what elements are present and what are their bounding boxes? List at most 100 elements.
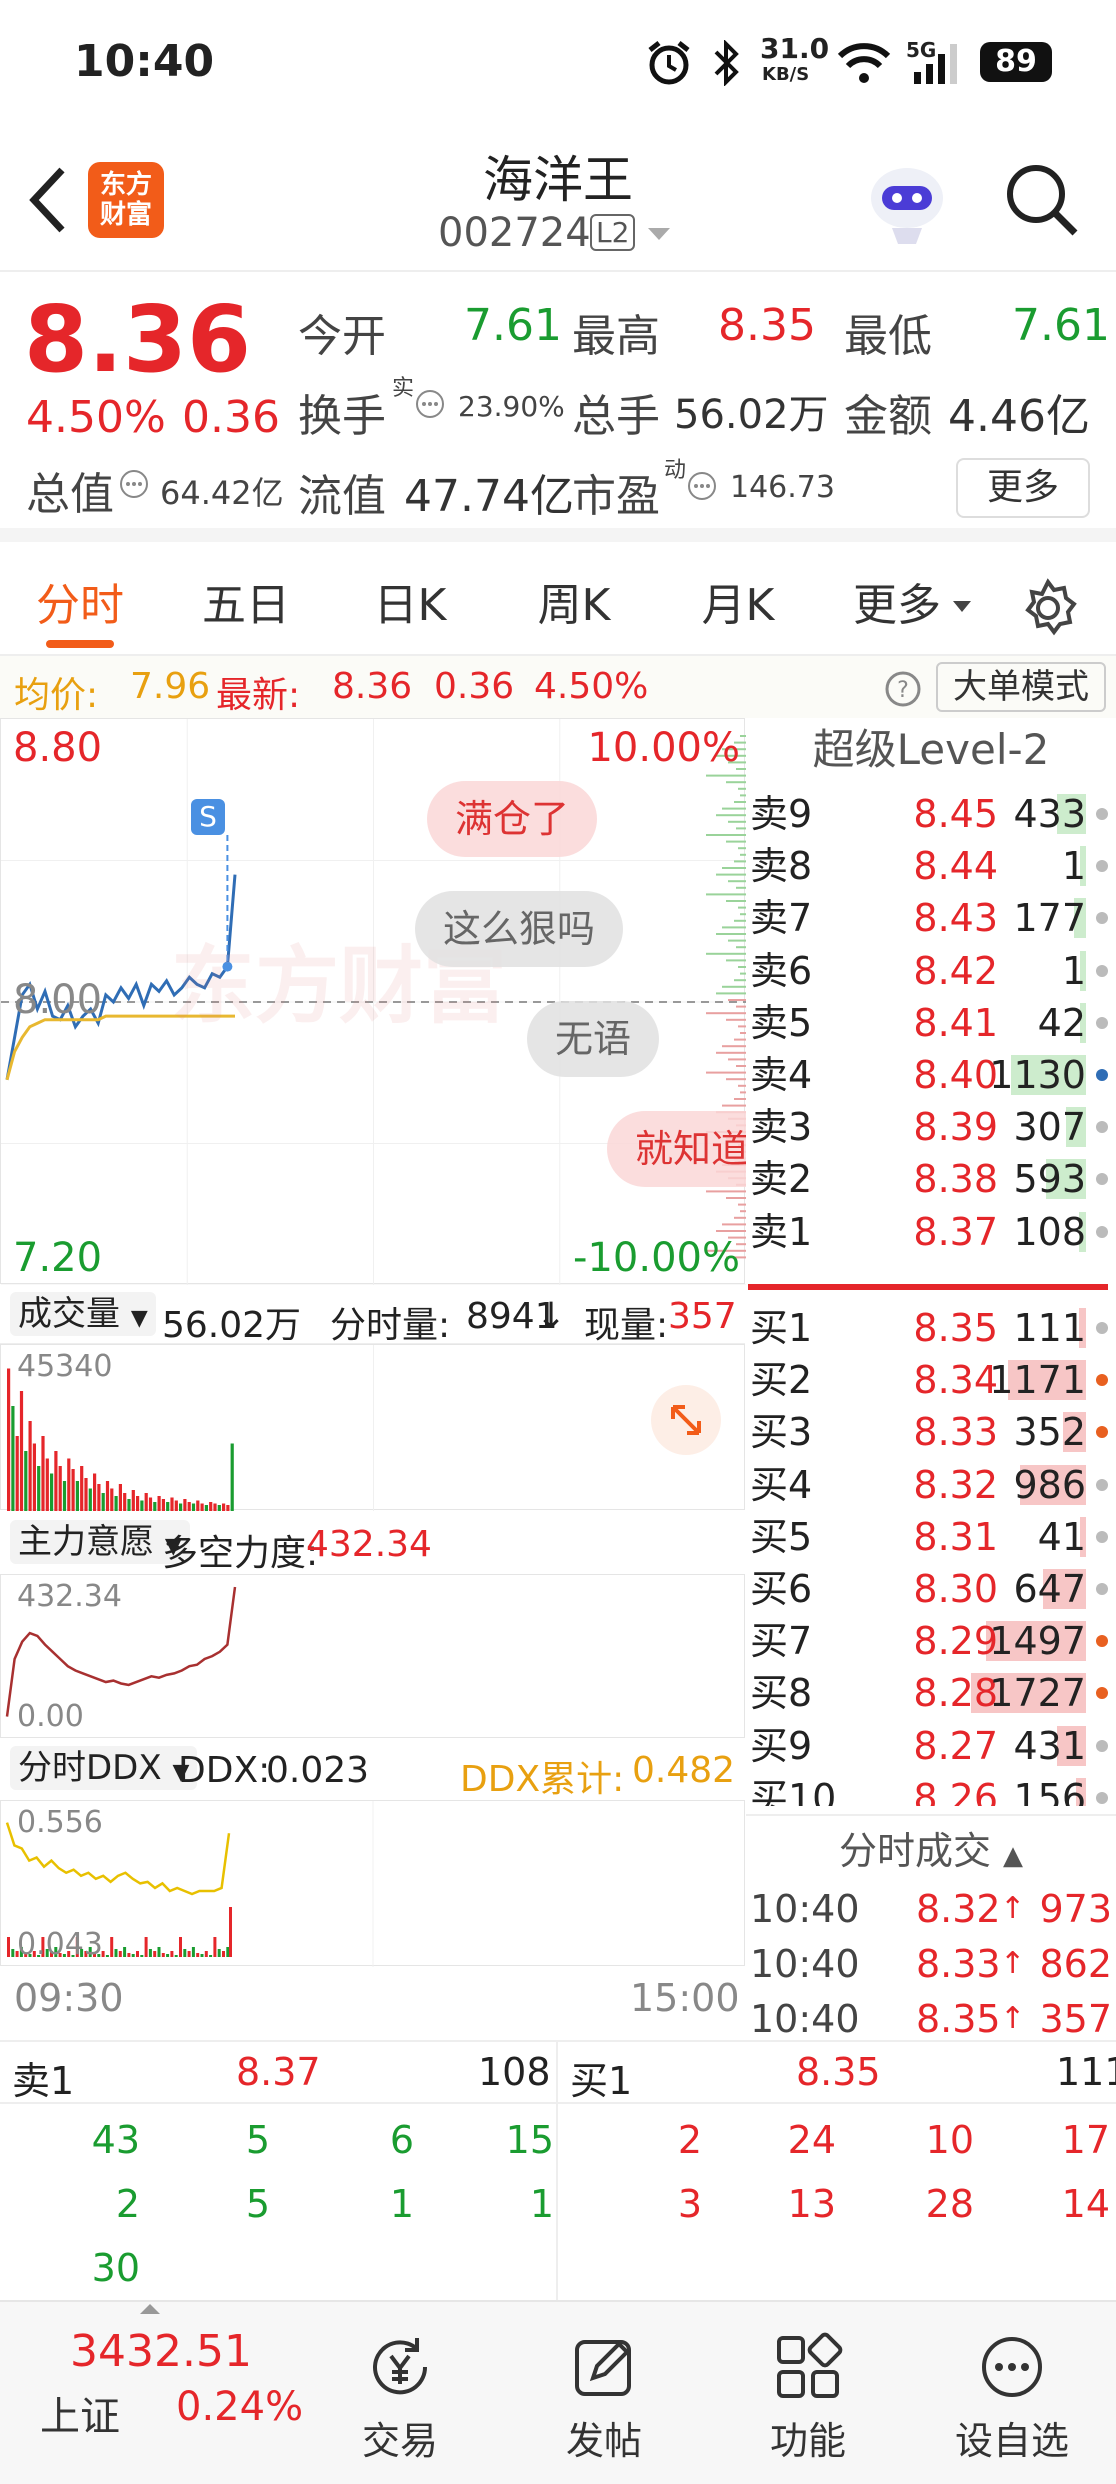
ask-price: 8.44 bbox=[913, 844, 998, 889]
comment-bubble[interactable]: 满仓了 bbox=[427, 781, 598, 857]
volume-chart[interactable]: 45340 bbox=[0, 1344, 745, 1511]
trades-title[interactable]: 分时成交 ▲ bbox=[746, 1820, 1116, 1875]
ask-row[interactable]: 卖2 8.38 593 bbox=[748, 1153, 1116, 1205]
tick-volume-arrow: ↓ bbox=[536, 1296, 567, 1337]
ddx-bar bbox=[161, 1953, 165, 1957]
ddx-chart[interactable]: 0.556 0.043 bbox=[0, 1800, 745, 1967]
comment-bubble[interactable]: 这么狠吗 bbox=[415, 891, 624, 967]
ask-label: 卖1 bbox=[750, 1209, 813, 1254]
back-icon[interactable] bbox=[24, 164, 72, 236]
bid-row[interactable]: 买3 8.33 352 bbox=[748, 1406, 1116, 1458]
volume-indicator-select[interactable]: 成交量 ▼ bbox=[10, 1292, 156, 1336]
more-button[interactable]: 更多 bbox=[956, 458, 1090, 518]
bid-row[interactable]: 买8 8.28 1727 bbox=[748, 1667, 1116, 1719]
intent-top: 432.34 bbox=[17, 1579, 122, 1614]
bid-row[interactable]: 买4 8.32 986 bbox=[748, 1459, 1116, 1511]
wifi-icon bbox=[837, 43, 891, 83]
info-dots-icon[interactable] bbox=[414, 388, 446, 420]
tab-daily-k[interactable]: 日K bbox=[340, 556, 480, 656]
depth-bar bbox=[736, 946, 746, 949]
robot-avatar-icon[interactable] bbox=[862, 158, 952, 248]
ask-row[interactable]: 卖3 8.39 307 bbox=[748, 1101, 1116, 1153]
ask-row[interactable]: 卖8 8.44 1 bbox=[748, 840, 1116, 892]
queue-buy-cell: 13 bbox=[787, 2182, 836, 2226]
bid-row[interactable]: 买2 8.34 1171 bbox=[748, 1354, 1116, 1406]
status-dot bbox=[1096, 1322, 1108, 1334]
settings-gear-icon[interactable] bbox=[1018, 578, 1078, 638]
nav-functions[interactable]: 功能 bbox=[708, 2302, 908, 2465]
bid-label: 买7 bbox=[750, 1619, 813, 1664]
nav-trade[interactable]: 交易 bbox=[300, 2302, 500, 2465]
nav-post[interactable]: 发帖 bbox=[504, 2302, 704, 2465]
volume-bars bbox=[7, 1345, 374, 1511]
tab-more[interactable]: 更多 bbox=[842, 556, 952, 656]
bid-price: 8.27 bbox=[913, 1723, 998, 1768]
volume-bar bbox=[230, 1443, 234, 1511]
caret-up-icon[interactable] bbox=[138, 2302, 162, 2316]
level-badge[interactable]: L2 bbox=[590, 214, 636, 251]
intent-chart[interactable]: 432.34 0.00 bbox=[0, 1574, 745, 1738]
bid-row[interactable]: 买7 8.29 1497 bbox=[748, 1615, 1116, 1667]
volume-label: 总手 bbox=[572, 391, 660, 442]
info-dots-icon[interactable] bbox=[686, 470, 718, 502]
comment-bubble[interactable]: 就知道 bbox=[607, 1111, 746, 1187]
ask-row[interactable]: 卖5 8.41 42 bbox=[748, 997, 1116, 1049]
depth-bar bbox=[736, 1005, 746, 1008]
help-icon[interactable]: ? bbox=[884, 670, 922, 708]
tab-weekly-k[interactable]: 周K bbox=[504, 556, 644, 656]
tab-five-day[interactable]: 五日 bbox=[176, 556, 316, 656]
ddx-indicator-select[interactable]: 分时DDX ▼ bbox=[10, 1746, 198, 1790]
ddx-bar bbox=[153, 1951, 157, 1957]
volume-bar bbox=[105, 1481, 110, 1511]
volume-bar bbox=[84, 1478, 88, 1511]
force-label: 多空力度: bbox=[162, 1533, 319, 1574]
ddx-bar bbox=[114, 1949, 118, 1957]
volume-bar bbox=[118, 1484, 122, 1511]
index-value[interactable]: 3432.51 bbox=[70, 2326, 252, 2377]
trade-price: 8.33 bbox=[916, 1942, 1001, 1986]
index-percent[interactable]: 0.24% bbox=[176, 2384, 303, 2430]
ask-row[interactable]: 卖1 8.37 108 bbox=[748, 1206, 1116, 1258]
comment-bubble[interactable]: 无语 bbox=[527, 1001, 660, 1077]
ask-row[interactable]: 卖6 8.42 1 bbox=[748, 945, 1116, 997]
ask-row[interactable]: 卖9 8.45 433 bbox=[748, 788, 1116, 840]
depth-bar bbox=[738, 1025, 746, 1028]
change-percent: 4.50% bbox=[26, 392, 166, 443]
queue-sell-volume: 108 bbox=[478, 2050, 551, 2094]
search-icon[interactable] bbox=[1002, 160, 1082, 240]
depth-bar bbox=[740, 1032, 746, 1034]
ddx-label: 分时DDX bbox=[18, 1748, 162, 1788]
volume-bar bbox=[15, 1436, 19, 1511]
bottom-nav: 3432.51 上证 0.24% 交易 发帖 功能 设自选 bbox=[0, 2300, 1116, 2484]
expand-icon[interactable] bbox=[651, 1385, 721, 1455]
orderbook-title[interactable]: 超级Level-2 bbox=[746, 718, 1116, 782]
queue-buy-cell: 24 bbox=[787, 2118, 836, 2162]
bid-row[interactable]: 买6 8.30 647 bbox=[748, 1563, 1116, 1615]
bid-row[interactable]: 买9 8.27 431 bbox=[748, 1720, 1116, 1772]
bid-volume: 986 bbox=[1013, 1462, 1086, 1507]
ask-volume: 1130 bbox=[989, 1053, 1086, 1097]
caret-down-icon[interactable] bbox=[646, 226, 672, 242]
depth-bar bbox=[738, 1084, 746, 1087]
bid-row[interactable]: 买5 8.31 41 bbox=[748, 1511, 1116, 1563]
tab-monthly-k[interactable]: 月K bbox=[668, 556, 808, 656]
ddx-bar bbox=[226, 1947, 230, 1957]
big-order-mode-button[interactable]: 大单模式 bbox=[936, 662, 1106, 712]
bid-row[interactable]: 买1 8.35 111 bbox=[748, 1302, 1116, 1354]
signal-marker[interactable]: S bbox=[191, 799, 225, 835]
ask-row[interactable]: 卖7 8.43 177 bbox=[748, 892, 1116, 944]
index-name[interactable]: 上证 bbox=[40, 2384, 120, 2442]
depth-bar bbox=[738, 847, 746, 850]
caret-down-icon[interactable] bbox=[952, 600, 972, 614]
info-dots-icon[interactable] bbox=[118, 468, 150, 500]
ask-row[interactable]: 卖4 8.40 1130 bbox=[748, 1049, 1116, 1101]
price-chart[interactable]: 8.80 8.00 7.20 10.00% -10.00% 东方财富 S 满仓了… bbox=[0, 718, 746, 1285]
bid-volume: 1497 bbox=[989, 1619, 1086, 1664]
volume-bar bbox=[148, 1497, 153, 1511]
nav-add-watchlist[interactable]: 设自选 bbox=[912, 2302, 1112, 2465]
depth-bar bbox=[734, 1038, 746, 1041]
post-edit-icon bbox=[575, 2340, 631, 2396]
bid-row[interactable]: 买10 8.26 156 bbox=[748, 1772, 1116, 1806]
trade-arrow: ↑ bbox=[1000, 1946, 1026, 1981]
stock-code: 002724 bbox=[438, 210, 591, 256]
